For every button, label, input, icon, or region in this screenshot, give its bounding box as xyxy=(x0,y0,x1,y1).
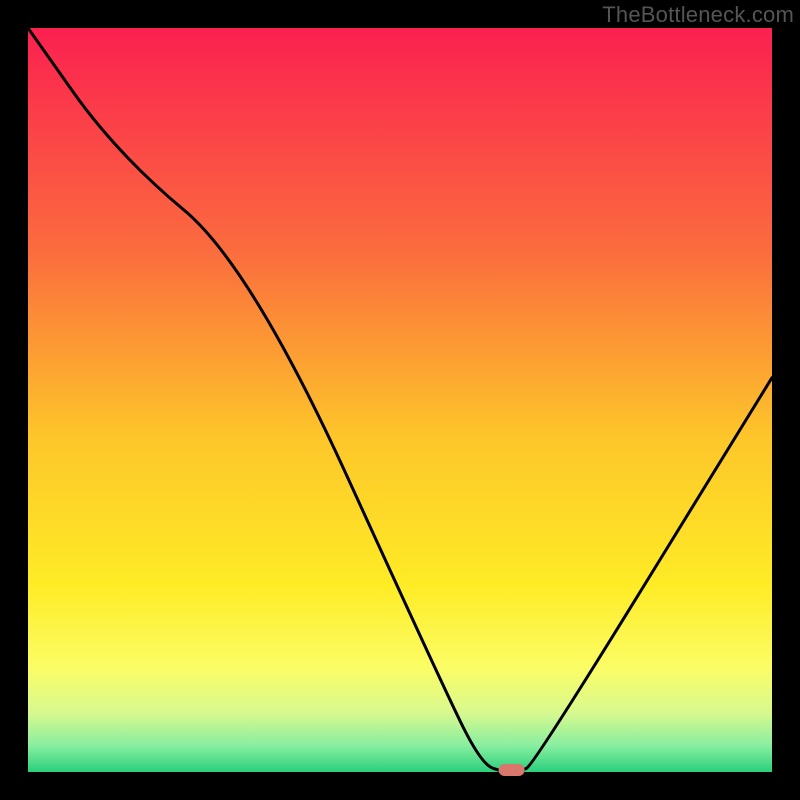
chart-plot-background xyxy=(28,28,772,772)
bottleneck-chart: TheBottleneck.com xyxy=(0,0,800,800)
optimal-point-marker xyxy=(499,764,525,776)
chart-svg xyxy=(0,0,800,800)
watermark-label: TheBottleneck.com xyxy=(602,2,794,28)
